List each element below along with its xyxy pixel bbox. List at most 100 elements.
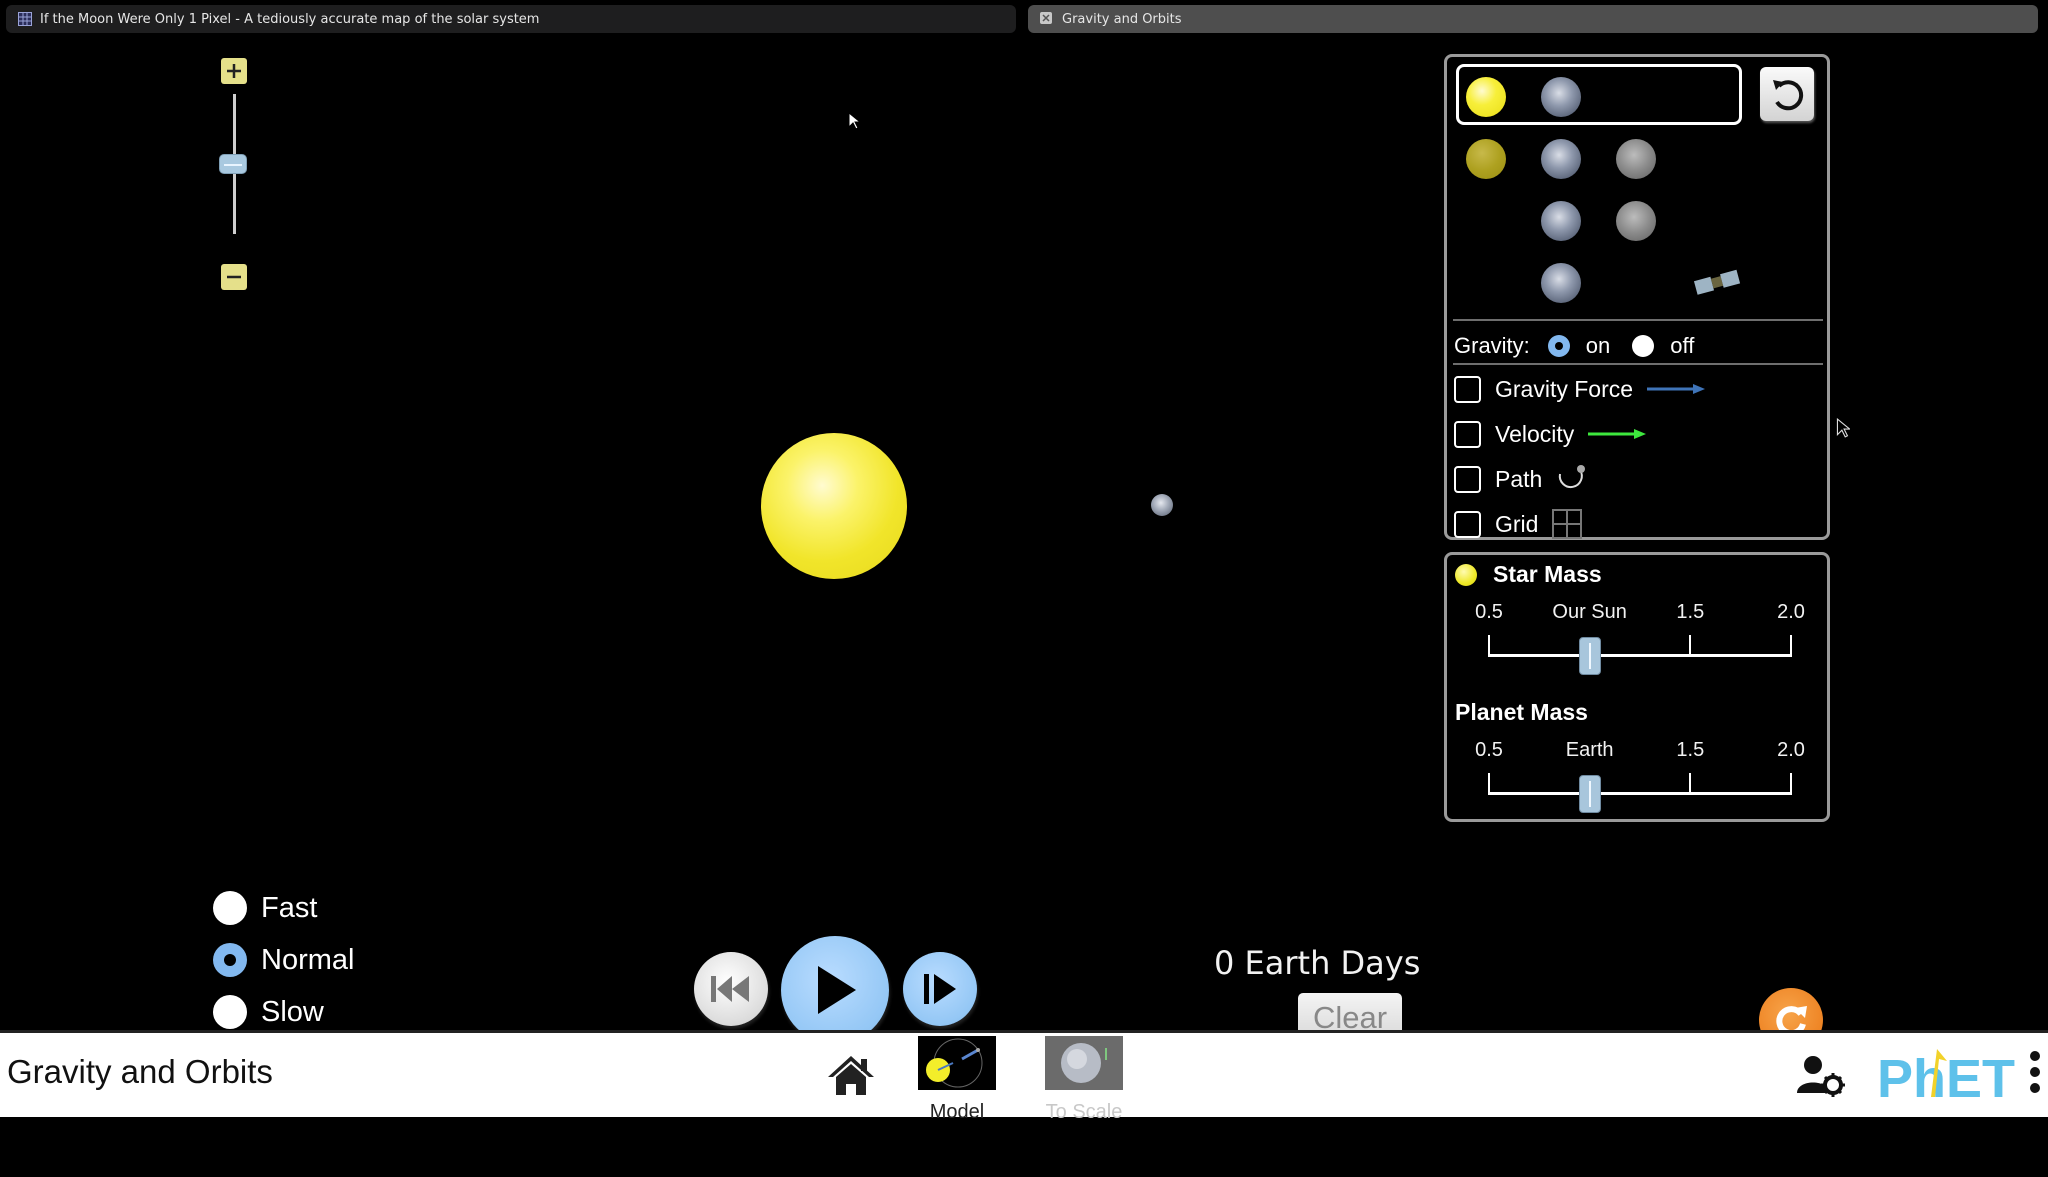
phet-wordmark: PhET bbox=[1877, 1049, 2015, 1103]
planet-mass-title: Planet Mass bbox=[1455, 699, 1588, 725]
elapsed-time: 0 Earth Days bbox=[1214, 944, 1421, 982]
checkbox-label: Grid bbox=[1495, 510, 1539, 537]
tick-label: 2.0 bbox=[1777, 601, 1805, 623]
sun-icon[interactable] bbox=[1466, 77, 1506, 117]
sim-title: Gravity and Orbits bbox=[7, 1053, 273, 1090]
screen-label: To Scale bbox=[1045, 1101, 1123, 1123]
play-button[interactable] bbox=[781, 936, 889, 1044]
undo-icon bbox=[1773, 80, 1804, 111]
checkbox-box[interactable] bbox=[1454, 420, 1481, 448]
rewind-button[interactable] bbox=[694, 952, 768, 1026]
speed-label: Slow bbox=[261, 995, 324, 1028]
tick-label: 2.0 bbox=[1777, 739, 1805, 761]
speed-fast[interactable]: Fast bbox=[213, 882, 354, 934]
earth-icon[interactable] bbox=[1541, 77, 1581, 117]
mass-panel: Star Mass 0.5 Our Sun 1.5 2.0 Planet Mas… bbox=[1444, 552, 1830, 822]
zoom-slider-thumb[interactable] bbox=[219, 154, 247, 174]
zoom-in-button[interactable] bbox=[221, 58, 247, 84]
planet-mass-thumb[interactable] bbox=[1578, 775, 1601, 813]
earth-icon[interactable] bbox=[1541, 201, 1581, 241]
step-forward-button[interactable] bbox=[903, 952, 977, 1026]
rewind-icon bbox=[711, 976, 749, 1002]
gravity-off-radio[interactable] bbox=[1632, 335, 1655, 357]
step-forward-icon bbox=[924, 974, 956, 1004]
to-scale-screen-icon bbox=[1045, 1036, 1123, 1090]
slider-track[interactable] bbox=[1489, 654, 1791, 657]
home-button[interactable] bbox=[826, 1053, 876, 1097]
play-icon bbox=[818, 966, 856, 1014]
navigation-bar: Gravity and Orbits Model To Scale PhET bbox=[0, 1030, 2048, 1123]
options-menu-button[interactable] bbox=[2030, 1051, 2042, 1097]
moon-icon[interactable] bbox=[1616, 139, 1656, 179]
sun-icon[interactable] bbox=[1466, 139, 1506, 179]
star-body[interactable] bbox=[761, 433, 907, 579]
moon-icon[interactable] bbox=[1616, 201, 1656, 241]
control-panel: Gravity: on off Gravity Force Velocity P… bbox=[1444, 54, 1830, 540]
gravity-toggle: Gravity: on off bbox=[1454, 331, 1694, 361]
star-mass-slider[interactable]: 0.5 Our Sun 1.5 2.0 bbox=[1447, 601, 1827, 681]
checkbox-box[interactable] bbox=[1454, 465, 1481, 493]
tab-gravity-and-orbits[interactable]: Gravity and Orbits bbox=[1028, 5, 2038, 33]
planet-mass-header: Planet Mass bbox=[1455, 699, 1588, 726]
tick-label: 0.5 bbox=[1475, 739, 1503, 761]
satellite-icon[interactable] bbox=[1693, 267, 1742, 296]
checkbox-box[interactable] bbox=[1454, 510, 1481, 538]
grid-icon bbox=[1552, 509, 1583, 539]
sim-play-area[interactable]: Gravity: on off Gravity Force Velocity P… bbox=[0, 38, 2048, 1052]
checkbox-label: Velocity bbox=[1495, 420, 1575, 447]
planet-mass-slider[interactable]: 0.5 Earth 1.5 2.0 bbox=[1447, 739, 1827, 819]
gravity-label: Gravity: bbox=[1454, 333, 1530, 358]
speed-radio[interactable] bbox=[213, 943, 247, 977]
gravity-on-radio[interactable] bbox=[1547, 335, 1570, 357]
divider bbox=[1453, 319, 1823, 321]
tick-label: 0.5 bbox=[1475, 601, 1503, 623]
tick-mark bbox=[1689, 773, 1692, 795]
zoom-out-button[interactable] bbox=[221, 264, 247, 290]
speed-radio-group: Fast Normal Slow bbox=[213, 882, 354, 1038]
tick-mark bbox=[1790, 773, 1792, 795]
home-icon bbox=[828, 1056, 874, 1095]
reset-bodies-button[interactable] bbox=[1760, 67, 1814, 121]
minus-icon bbox=[227, 275, 241, 279]
velocity-checkbox[interactable]: Velocity bbox=[1454, 418, 1648, 450]
browser-tab-strip: If the Moon Were Only 1 Pixel - A tediou… bbox=[0, 0, 2048, 38]
preferences-button[interactable] bbox=[1795, 1053, 1845, 1097]
gravity-force-checkbox[interactable]: Gravity Force bbox=[1454, 373, 1707, 405]
model-screen-icon bbox=[918, 1036, 996, 1090]
slider-track[interactable] bbox=[1489, 792, 1791, 795]
earth-icon[interactable] bbox=[1541, 139, 1581, 179]
checkbox-box[interactable] bbox=[1454, 375, 1481, 403]
divider bbox=[1453, 363, 1823, 365]
tick-mark bbox=[1488, 773, 1490, 795]
screen-button-model[interactable]: Model bbox=[917, 1036, 997, 1124]
checkbox-label: Gravity Force bbox=[1495, 375, 1634, 402]
planet-body[interactable] bbox=[1151, 494, 1173, 516]
star-mass-title: Star Mass bbox=[1493, 561, 1602, 587]
user-settings-icon bbox=[1797, 1056, 1845, 1097]
speed-radio[interactable] bbox=[213, 995, 247, 1029]
tab-moon-pixel[interactable]: If the Moon Were Only 1 Pixel - A tediou… bbox=[6, 5, 1016, 33]
speed-normal[interactable]: Normal bbox=[213, 934, 354, 986]
speed-label: Normal bbox=[261, 943, 355, 976]
tick-label: 1.5 bbox=[1676, 739, 1705, 761]
close-icon[interactable] bbox=[1040, 12, 1054, 26]
tick-label: 1.5 bbox=[1676, 601, 1705, 623]
gravity-off-label: off bbox=[1670, 333, 1695, 358]
speed-radio[interactable] bbox=[213, 891, 247, 925]
star-icon bbox=[1455, 563, 1477, 586]
star-mass-thumb[interactable] bbox=[1578, 637, 1601, 675]
plus-icon bbox=[227, 64, 241, 78]
screen-button-to-scale[interactable]: To Scale bbox=[1044, 1036, 1124, 1124]
tab-title: Gravity and Orbits bbox=[1062, 11, 1182, 27]
star-mass-header: Star Mass bbox=[1455, 561, 1602, 588]
tick-mark bbox=[1689, 635, 1692, 657]
earth-icon[interactable] bbox=[1541, 263, 1581, 303]
mouse-cursor-icon bbox=[1836, 418, 1850, 438]
tick-mark bbox=[1488, 635, 1490, 657]
path-checkbox[interactable]: Path bbox=[1454, 463, 1588, 495]
screen-label: Model bbox=[929, 1101, 985, 1123]
grid-icon bbox=[18, 12, 32, 26]
phet-logo[interactable]: PhET bbox=[1875, 1045, 2015, 1109]
grid-checkbox[interactable]: Grid bbox=[1454, 508, 1583, 540]
tick-mark bbox=[1790, 635, 1792, 657]
